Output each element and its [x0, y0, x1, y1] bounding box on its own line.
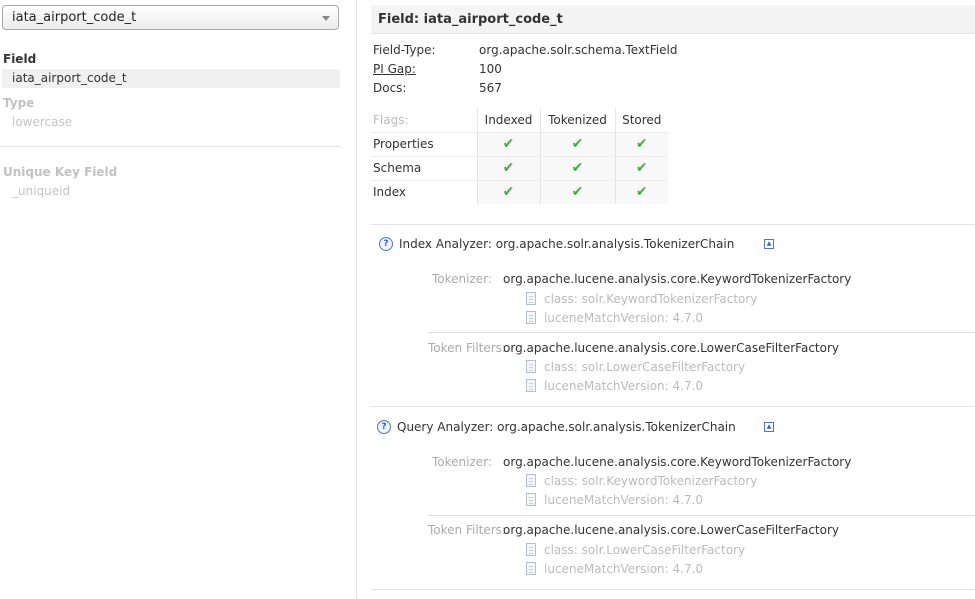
collapse-icon[interactable]: ▲	[764, 239, 774, 249]
checkmark-icon: ✔	[571, 136, 584, 152]
document-icon	[526, 360, 536, 373]
pane-divider	[356, 0, 357, 599]
checkmark-icon: ✔	[635, 160, 648, 176]
checkmark-icon: ✔	[571, 160, 584, 176]
query-analyzer-class: org.apache.solr.analysis.TokenizerChain	[497, 420, 736, 434]
tokenizer-value: org.apache.lucene.analysis.core.KeywordT…	[503, 272, 852, 286]
index-analyzer-label: Index Analyzer:	[399, 237, 492, 251]
flag-column-stored: Stored	[614, 108, 668, 132]
docs-value: 567	[479, 81, 502, 95]
tokenizer-property: luceneMatchVersion: 4.7.0	[544, 493, 704, 507]
flags-label: Flags:	[373, 112, 409, 127]
component-divider	[428, 332, 975, 333]
collapse-icon[interactable]: ▲	[764, 422, 774, 432]
field-details: Field: iata_airport_code_t Field-Type: o…	[366, 0, 975, 599]
token-filter-property: class: solr.LowerCaseFilterFactory	[544, 543, 746, 557]
document-icon	[526, 562, 536, 575]
field-select-value: iata_airport_code_t	[12, 10, 137, 25]
section-divider	[371, 406, 975, 407]
field-type-label: Field-Type:	[373, 43, 436, 57]
document-icon	[526, 311, 536, 324]
section-divider	[371, 589, 975, 590]
help-icon[interactable]: ?	[377, 420, 391, 434]
chevron-down-icon	[322, 16, 330, 21]
token-filters-label: Token Filters:	[428, 341, 506, 355]
unique-key-value: _uniqueid	[12, 184, 71, 198]
field-value: iata_airport_code_t	[12, 71, 127, 85]
flag-column-tokenized: Tokenized	[539, 108, 615, 132]
type-value: lowercase	[12, 115, 73, 129]
tokenizer-value: org.apache.lucene.analysis.core.KeywordT…	[503, 455, 852, 469]
checkmark-icon: ✔	[502, 184, 515, 201]
type-heading: Type	[3, 96, 35, 110]
flags-row-label: Schema	[371, 155, 477, 180]
checkmark-icon: ✔	[502, 136, 515, 152]
query-analyzer-label: Query Analyzer:	[397, 420, 494, 434]
section-divider	[371, 224, 975, 225]
tokenizer-label: Tokenizer:	[432, 455, 492, 469]
token-filters-label: Token Filters:	[428, 523, 506, 537]
document-icon	[526, 493, 536, 506]
tokenizer-property: class: solr.KeywordTokenizerFactory	[544, 474, 758, 488]
query-analyzer-title: Query Analyzer: org.apache.solr.analysis…	[397, 420, 736, 434]
checkmark-icon: ✔	[502, 160, 515, 176]
index-analyzer-class: org.apache.solr.analysis.TokenizerChain	[495, 237, 735, 251]
component-divider	[428, 515, 975, 516]
flags-row-label: Index	[371, 179, 477, 204]
field-sidebar: iata_airport_code_t Field iata_airport_c…	[0, 0, 348, 599]
document-icon	[526, 379, 536, 392]
document-icon	[526, 292, 536, 305]
token-filter-value: org.apache.lucene.analysis.core.LowerCas…	[503, 341, 840, 355]
sidebar-divider	[0, 146, 340, 147]
page-title: Field: iata_airport_code_t	[371, 5, 975, 34]
document-icon	[526, 543, 536, 556]
flags-row-label: Properties	[371, 131, 477, 156]
field-heading: Field	[3, 52, 37, 66]
pi-gap-value: 100	[479, 62, 502, 76]
unique-key-heading: Unique Key Field	[3, 165, 118, 179]
tokenizer-label: Tokenizer:	[432, 272, 492, 286]
document-icon	[526, 474, 536, 487]
token-filter-property: luceneMatchVersion: 4.7.0	[544, 562, 704, 576]
docs-label: Docs:	[373, 81, 407, 95]
flags-row-index: Index ✔ ✔ ✔	[371, 179, 668, 204]
token-filter-value: org.apache.lucene.analysis.core.LowerCas…	[503, 523, 840, 537]
pi-gap-label: PI Gap:	[373, 62, 416, 76]
field-select[interactable]: iata_airport_code_t	[2, 5, 339, 30]
flags-row-properties: Properties ✔ ✔ ✔	[371, 131, 668, 156]
index-analyzer-title: Index Analyzer: org.apache.solr.analysis…	[399, 237, 734, 251]
token-filter-property: class: solr.LowerCaseFilterFactory	[544, 360, 746, 374]
flags-header-row: Flags: Indexed Tokenized Stored	[371, 108, 668, 132]
flags-row-schema: Schema ✔ ✔ ✔	[371, 155, 668, 180]
token-filter-property: luceneMatchVersion: 4.7.0	[544, 379, 704, 393]
tokenizer-property: luceneMatchVersion: 4.7.0	[544, 311, 704, 325]
checkmark-icon: ✔	[635, 184, 648, 201]
help-icon[interactable]: ?	[379, 237, 393, 251]
flag-column-indexed: Indexed	[476, 108, 540, 132]
checkmark-icon: ✔	[635, 136, 648, 152]
field-type-value: org.apache.solr.schema.TextField	[479, 43, 678, 57]
flags-table: Flags: Indexed Tokenized Stored Properti…	[371, 108, 668, 204]
checkmark-icon: ✔	[571, 184, 584, 201]
tokenizer-property: class: solr.KeywordTokenizerFactory	[544, 292, 758, 306]
